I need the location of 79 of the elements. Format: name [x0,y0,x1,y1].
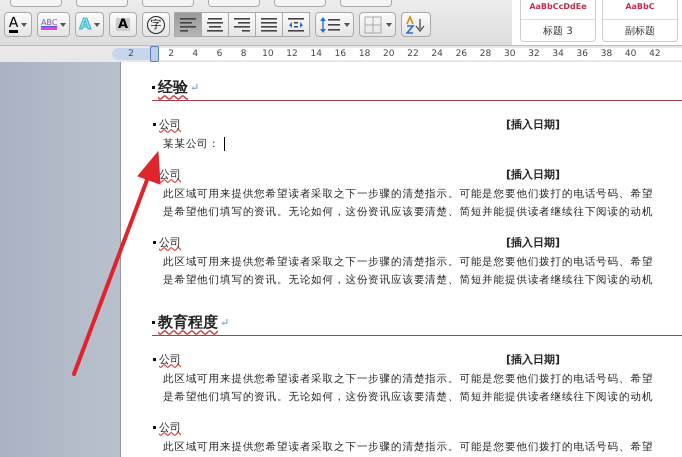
caret-icon [344,22,350,26]
ruler-number: 12 [285,48,299,60]
ruler-number: 6 [216,48,224,60]
font-color-button[interactable]: A [4,12,32,37]
distribute-button[interactable] [282,12,310,37]
company-name: 公司 [159,234,182,250]
caret-icon [94,22,100,26]
company-name: 公司 [159,352,182,366]
ruler-number: 18 [358,48,372,60]
ruler-number: 20 [382,48,396,60]
company-name: 公司 [159,166,182,182]
toolbar-button[interactable] [10,0,62,7]
toolbar-button[interactable] [76,0,128,7]
line-spacing-button[interactable] [315,12,354,37]
ruler-number: 8 [240,48,248,60]
line-spacing-icon [319,14,342,34]
body-text: 是希望他们填写的资讯。无论如何，这份资讯应该要清楚、简短并能提供读者继续往下阅读的动机 [163,273,654,287]
borders-icon [363,14,384,34]
bullet-icon [153,240,156,244]
ruler-number: 24 [430,48,444,60]
paragraph-mark: ↵ [190,80,200,94]
char-shading-button[interactable]: A [109,12,138,37]
bullet-icon [152,320,155,324]
ruler-number: 40 [624,48,638,60]
ruler-number: 4 [191,48,200,60]
date-field[interactable]: [插入日期] [506,116,560,132]
ruler-number: 38 [600,48,614,60]
toolbar-button[interactable] [340,0,392,7]
section-heading: 教育程度 [158,312,218,332]
body-text: 某某公司： [163,137,225,151]
style-tile[interactable]: AaBbCcDdEe 标题 3 [520,0,596,42]
ruler-number: 16 [334,48,348,60]
body-text: 是希望他们填写的资讯。无论如何，这份资讯应该要清楚、简短并能提供读者继续往下阅读的动机 [163,390,654,404]
ruler-number: 2 [112,48,150,60]
ruler-number: 30 [502,48,516,60]
sort-icon [405,14,428,34]
company-name: 公司 [159,116,182,132]
ruler[interactable]: 2 2 4 6 8 10 12 14 16 18 20 22 24 26 28 30 32 34 36 38 40 42 [112,48,682,60]
style-tile[interactable]: AaBbC 副标题 [602,0,678,42]
ruler-number: 2 [167,48,175,60]
body-text: 此区域可用来提供您希望读者采取之下一步骤的清楚指示。可能是您要他们拨打的电话号码、希望 [163,255,654,269]
body-text: 此区域可用来提供您希望读者采取之下一步骤的清楚指示。可能是您要他们拨打的电话号码、希望 [163,372,654,386]
ruler-number: 34 [551,48,565,60]
indent-marker-icon[interactable] [150,46,159,62]
ruler-number: 10 [261,48,275,60]
ruler-number: 32 [527,48,541,60]
date-field[interactable]: [插入日期] [506,166,560,182]
toolbar-button[interactable] [208,0,260,7]
date-field[interactable]: [插入日期] [506,352,560,366]
align-right-button[interactable] [228,12,256,37]
ruler-number: 42 [648,48,662,60]
sort-button[interactable] [401,12,432,37]
ruler-number: 26 [454,48,468,60]
ruler-number: 36 [576,48,589,60]
align-center-button[interactable] [201,12,230,37]
bullet-icon [153,426,156,428]
borders-button[interactable] [359,12,396,37]
highlight-button[interactable]: ABC [37,12,70,37]
section-heading: 经验 [158,78,188,96]
paragraph-mark: ↵ [220,316,230,328]
ruler-number: 22 [406,48,420,60]
toolbar-button[interactable] [142,0,194,7]
body-text: 此区域可用来提供您希望读者采取之下一步骤的清楚指示。可能是您要他们拨打的电话号码、希望 [163,187,654,201]
bullet-icon [153,358,156,360]
bullet-icon [153,122,156,126]
caret-icon [386,22,392,26]
body-text: 是希望他们填写的资讯。无论如何，这份资讯应该要清楚、简短并能提供读者继续往下阅读的动机 [163,205,654,219]
bullet-icon [152,86,155,88]
enclosed-button[interactable]: 字 [142,12,170,37]
toolbar-button[interactable] [274,0,326,7]
caret-icon [60,22,66,26]
align-left-button[interactable] [174,12,202,37]
ruler-number: 14 [309,48,323,60]
company-name: 公司 [159,420,182,434]
body-text: 此区域可用来提供您希望读者采取之下一步骤的清楚指示。可能是您要他们拨打的电话号码、希望 [163,440,654,454]
caret-icon [21,22,28,26]
date-field[interactable]: [插入日期] [506,234,560,250]
justify-button[interactable] [255,12,284,37]
ruler-number: 28 [478,48,492,60]
